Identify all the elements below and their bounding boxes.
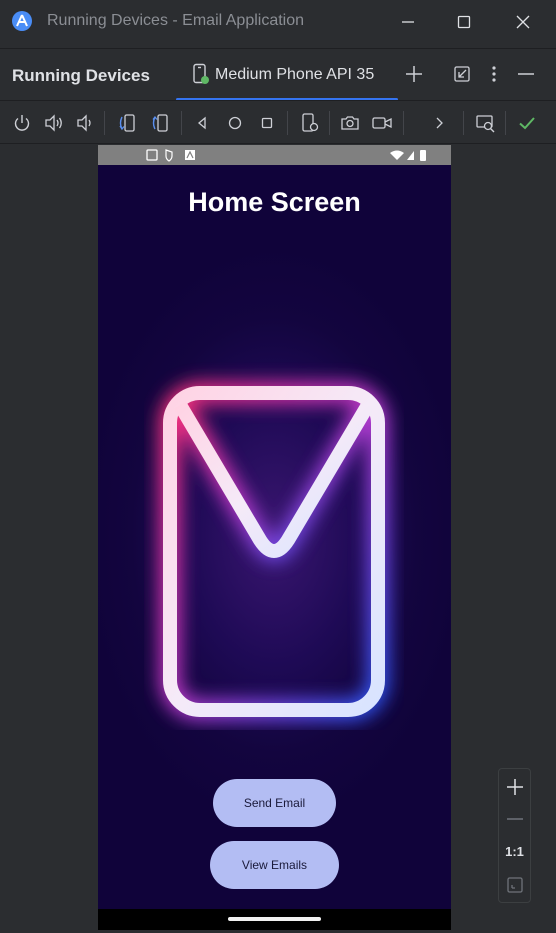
zoom-fit-icon[interactable] <box>503 873 527 897</box>
zoom-controls: 1:1 <box>498 768 531 903</box>
toolbar-separator <box>463 111 464 135</box>
view-emails-button[interactable]: View Emails <box>210 841 339 889</box>
send-email-button[interactable]: Send Email <box>213 779 336 827</box>
add-tab-icon[interactable] <box>401 61 427 87</box>
tab-label: Medium Phone API 35 <box>215 66 375 83</box>
rotate-right-icon[interactable] <box>148 111 172 135</box>
toolbar-separator <box>329 111 330 135</box>
more-options-icon[interactable] <box>481 61 507 87</box>
zoom-out-icon[interactable] <box>503 807 527 831</box>
zoom-in-icon[interactable] <box>503 775 527 799</box>
toolbar-separator <box>287 111 288 135</box>
screenshot-icon[interactable] <box>338 111 362 135</box>
check-icon[interactable] <box>515 111 539 135</box>
device-mirroring-icon[interactable] <box>473 111 497 135</box>
more-icon[interactable] <box>427 111 451 135</box>
phone-running-icon <box>192 63 210 85</box>
app-screen: Home Screen Send Email View Emails <box>98 165 451 909</box>
close-icon[interactable] <box>509 8 537 36</box>
status-icons <box>146 149 426 162</box>
restore-window-icon[interactable] <box>449 61 475 87</box>
screen-record-icon[interactable] <box>370 111 394 135</box>
device-settings-icon[interactable] <box>298 111 322 135</box>
minimize-icon[interactable] <box>394 8 422 36</box>
navigation-bar <box>98 909 451 930</box>
page-title: Home Screen <box>188 187 361 217</box>
title-bar: Running Devices - Email Application <box>0 0 556 44</box>
emulator-screen[interactable]: Home Screen Send Email View Emails <box>98 145 451 930</box>
power-icon[interactable] <box>10 111 34 135</box>
overview-icon[interactable] <box>255 111 279 135</box>
maximize-icon[interactable] <box>450 8 478 36</box>
hide-panel-icon[interactable] <box>513 61 539 87</box>
volume-up-icon[interactable] <box>42 111 66 135</box>
emulator-toolbar <box>0 100 556 144</box>
toolbar-separator <box>505 111 506 135</box>
toolbar-separator <box>403 111 404 135</box>
tool-window-title: Running Devices <box>12 66 150 85</box>
toolbar-separator <box>181 111 182 135</box>
status-bar <box>98 145 451 165</box>
back-icon[interactable] <box>190 111 214 135</box>
android-studio-icon <box>12 11 32 31</box>
email-envelope-icon <box>159 382 389 721</box>
tab-medium-phone[interactable]: Medium Phone API 35 <box>176 49 398 101</box>
zoom-actual-size-button[interactable]: 1:1 <box>499 844 530 859</box>
home-icon[interactable] <box>223 111 247 135</box>
toolbar-separator <box>104 111 105 135</box>
gesture-handle[interactable] <box>228 917 321 921</box>
rotate-left-icon[interactable] <box>115 111 139 135</box>
volume-down-icon[interactable] <box>73 111 97 135</box>
window-title: Running Devices - Email Application <box>47 12 305 29</box>
tool-window-header: Running Devices Medium Phone API 35 <box>0 48 556 101</box>
